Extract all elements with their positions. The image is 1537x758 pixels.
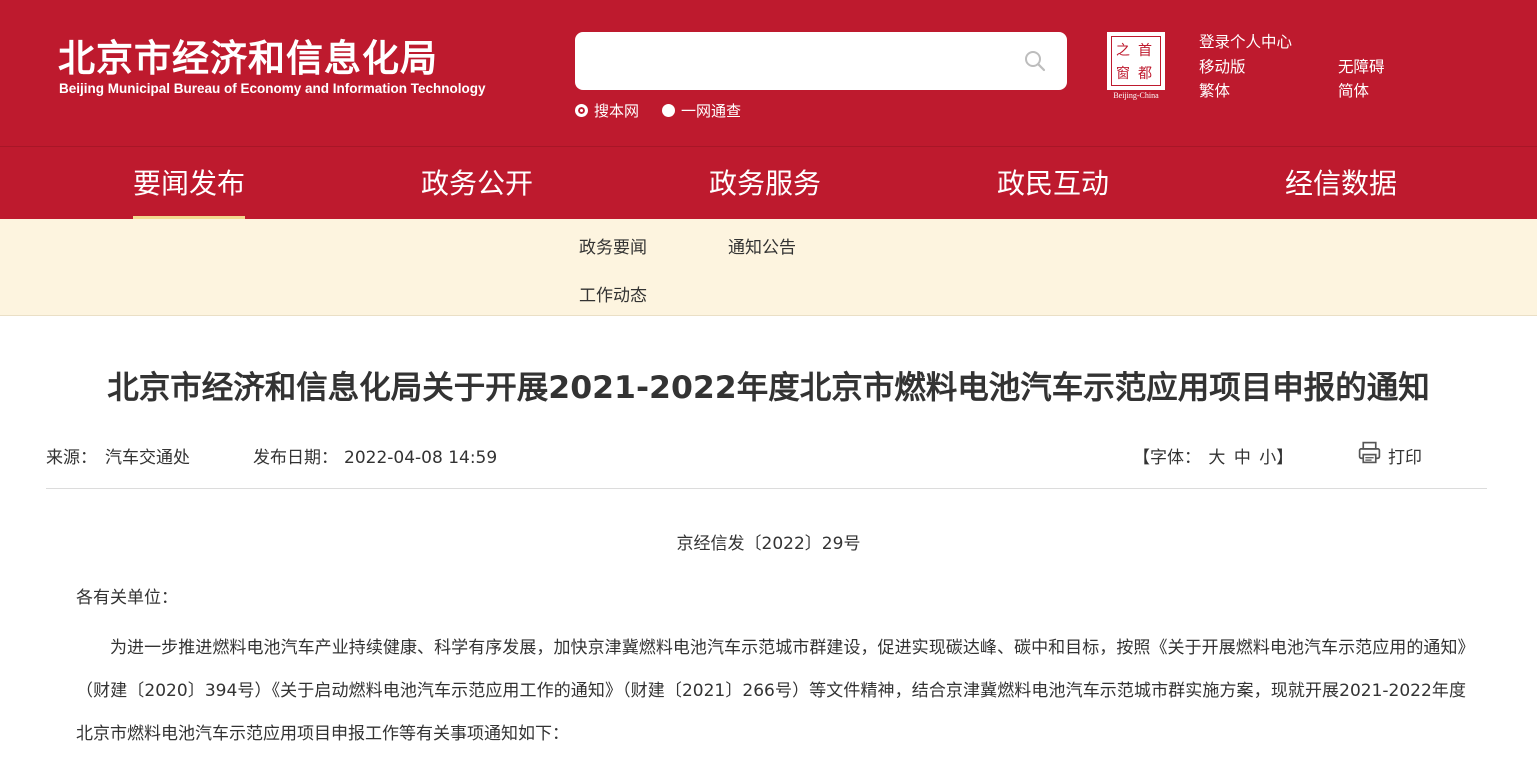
simplified-chinese-link[interactable]: 简体 [1338,79,1369,101]
emblem-char: 首 [1138,43,1152,59]
main-nav: 要闻发布 政务公开 政务服务 政民互动 经信数据 [0,146,1537,219]
search-scope-site[interactable]: 搜本网 [575,99,639,121]
mobile-version-link[interactable]: 移动版 [1199,55,1246,77]
font-large-button[interactable]: 大 [1208,448,1225,468]
capital-window-emblem[interactable]: 首 都 之 窗 Beijing-China [1104,30,1168,102]
site-header: 北京市经济和信息化局 Beijing Municipal Bureau of E… [0,0,1537,146]
search-scope-all[interactable]: 一网通查 [662,99,741,121]
nav-item-data[interactable]: 经信数据 [1285,162,1397,202]
nav-item-interaction[interactable]: 政民互动 [997,162,1109,202]
subnav-item-government-news[interactable]: 政务要闻 [579,233,647,258]
emblem-char: 之 [1116,43,1130,59]
article-greeting: 各有关单位： [76,588,178,608]
emblem-char: 都 [1138,66,1152,82]
radio-unselected-icon [662,103,675,117]
nav-item-news[interactable]: 要闻发布 [133,162,246,219]
sub-nav: 政务要闻 通知公告 工作动态 [0,219,1537,316]
subnav-item-notices[interactable]: 通知公告 [728,233,796,258]
search-input[interactable] [589,44,1009,78]
font-medium-button[interactable]: 中 [1234,448,1251,468]
article-date: 发布日期： 2022-04-08 14:59 [253,443,497,468]
search-scope-site-label: 搜本网 [594,101,640,120]
login-link[interactable]: 登录个人中心 [1199,30,1292,52]
nav-item-government-affairs[interactable]: 政务公开 [421,162,533,202]
subnav-item-work-updates[interactable]: 工作动态 [579,281,647,306]
article-title: 北京市经济和信息化局关于开展2021-2022年度北京市燃料电池汽车示范应用项目… [107,370,1430,406]
print-icon [1357,440,1388,470]
date-label: 发布日期： [253,448,338,468]
emblem-caption: Beijing-China [1113,91,1159,100]
emblem-frame: 首 都 之 窗 [1111,36,1161,86]
search-scope-all-label: 一网通查 [681,101,742,120]
font-small-button[interactable]: 小 [1259,448,1276,468]
search-icon[interactable] [1023,49,1047,73]
nav-item-government-services[interactable]: 政务服务 [709,162,821,202]
site-logo-english[interactable]: Beijing Municipal Bureau of Economy and … [59,81,486,96]
print-button[interactable]: 打印 [1357,440,1422,470]
emblem-seal: 首 都 之 窗 [1107,32,1165,90]
font-size-bracket: 】 [1276,448,1294,468]
meta-divider [46,488,1487,489]
date-value: 2022-04-08 14:59 [344,448,498,468]
traditional-chinese-link[interactable]: 繁体 [1199,79,1230,101]
search-box [575,32,1067,90]
source-value: 汽车交通处 [105,448,190,468]
print-label: 打印 [1388,447,1422,468]
radio-selected-icon [575,103,588,117]
site-logo-chinese[interactable]: 北京市经济和信息化局 [58,28,438,82]
document-number: 京经信发〔2022〕29号 [676,534,861,554]
source-label: 来源： [46,448,97,468]
article-source: 来源： 汽车交通处 [46,443,190,468]
font-size-label: 【字体： [1133,448,1201,468]
emblem-char: 窗 [1116,66,1130,82]
article-paragraph: 为进一步推进燃料电池汽车产业持续健康、科学有序发展，加快京津冀燃料电池汽车示范城… [76,638,1466,744]
accessibility-link[interactable]: 无障碍 [1338,55,1385,77]
font-size-selector: 【字体： 大 中 小】 [1133,443,1293,468]
